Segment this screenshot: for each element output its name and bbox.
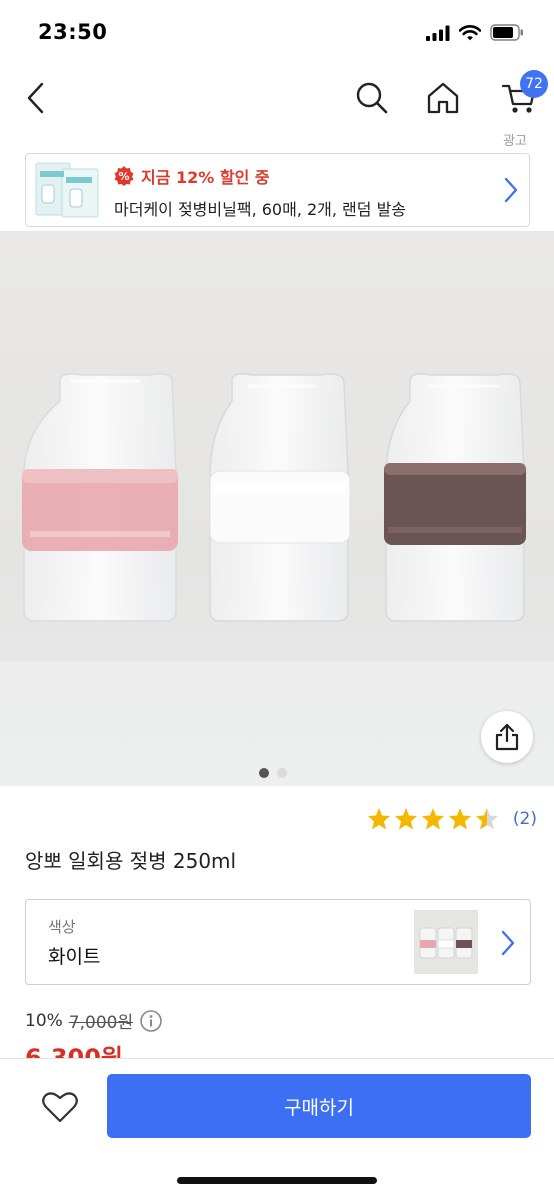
home-icon [427, 82, 459, 114]
home-indicator [177, 1177, 377, 1184]
product-image-carousel[interactable] [0, 231, 554, 786]
status-time: 23:50 [38, 20, 108, 44]
chevron-left-icon [27, 82, 44, 114]
carousel-dot[interactable] [259, 768, 269, 778]
discount-rate: 10% [25, 1010, 63, 1031]
star-rating-icon [367, 808, 498, 830]
battery-icon [490, 24, 523, 41]
home-button[interactable] [419, 74, 467, 122]
search-icon [356, 82, 388, 114]
status-bar: 23:50 [0, 0, 554, 66]
color-option-selector[interactable]: 색상 화이트 [25, 899, 531, 985]
ad-discount: % 지금 12% 할인 중 [114, 164, 270, 188]
review-count[interactable]: (2) [513, 809, 537, 829]
buy-button[interactable]: 구매하기 [107, 1074, 531, 1138]
discount-percent-icon: % [114, 166, 134, 186]
product-rating[interactable]: (2) [367, 806, 537, 832]
cellular-signal-icon [426, 25, 450, 41]
original-price: 7,000원 [68, 1013, 134, 1033]
search-button[interactable] [348, 74, 396, 122]
info-icon[interactable] [139, 1009, 163, 1033]
product-title: 앙뽀 일회용 젖병 250ml [25, 849, 237, 873]
ad-discount-text: 지금 12% 할인 중 [141, 168, 270, 187]
option-thumbnail [414, 910, 478, 974]
cart-button[interactable]: 72 [490, 70, 548, 122]
ad-label: 광고 [503, 134, 527, 149]
status-icons [426, 24, 524, 41]
carousel-indicator [259, 768, 287, 778]
option-value: 화이트 [48, 946, 101, 968]
share-button[interactable] [481, 711, 533, 763]
ad-product-name: 마더케이 젖병비닐팩, 60매, 2개, 랜덤 발송 [114, 200, 407, 219]
cart-count-badge: 72 [520, 70, 548, 98]
option-label: 색상 [48, 918, 76, 936]
share-icon [495, 723, 519, 751]
ad-product-image [32, 159, 104, 221]
chevron-right-icon [501, 930, 515, 956]
wifi-icon [459, 24, 481, 40]
price-row: 10% 7,000원 [25, 1008, 163, 1033]
ad-banner[interactable]: % 지금 12% 할인 중 마더케이 젖병비닐팩, 60매, 2개, 랜덤 발송 [25, 153, 530, 227]
carousel-dot[interactable] [277, 768, 287, 778]
wishlist-button[interactable] [36, 1083, 84, 1131]
chevron-right-icon [504, 177, 518, 203]
back-button[interactable] [12, 74, 60, 122]
svg-text:%: % [118, 170, 129, 183]
heart-icon [42, 1092, 78, 1123]
product-photo [0, 231, 554, 786]
nav-bar: 72 [0, 66, 554, 128]
